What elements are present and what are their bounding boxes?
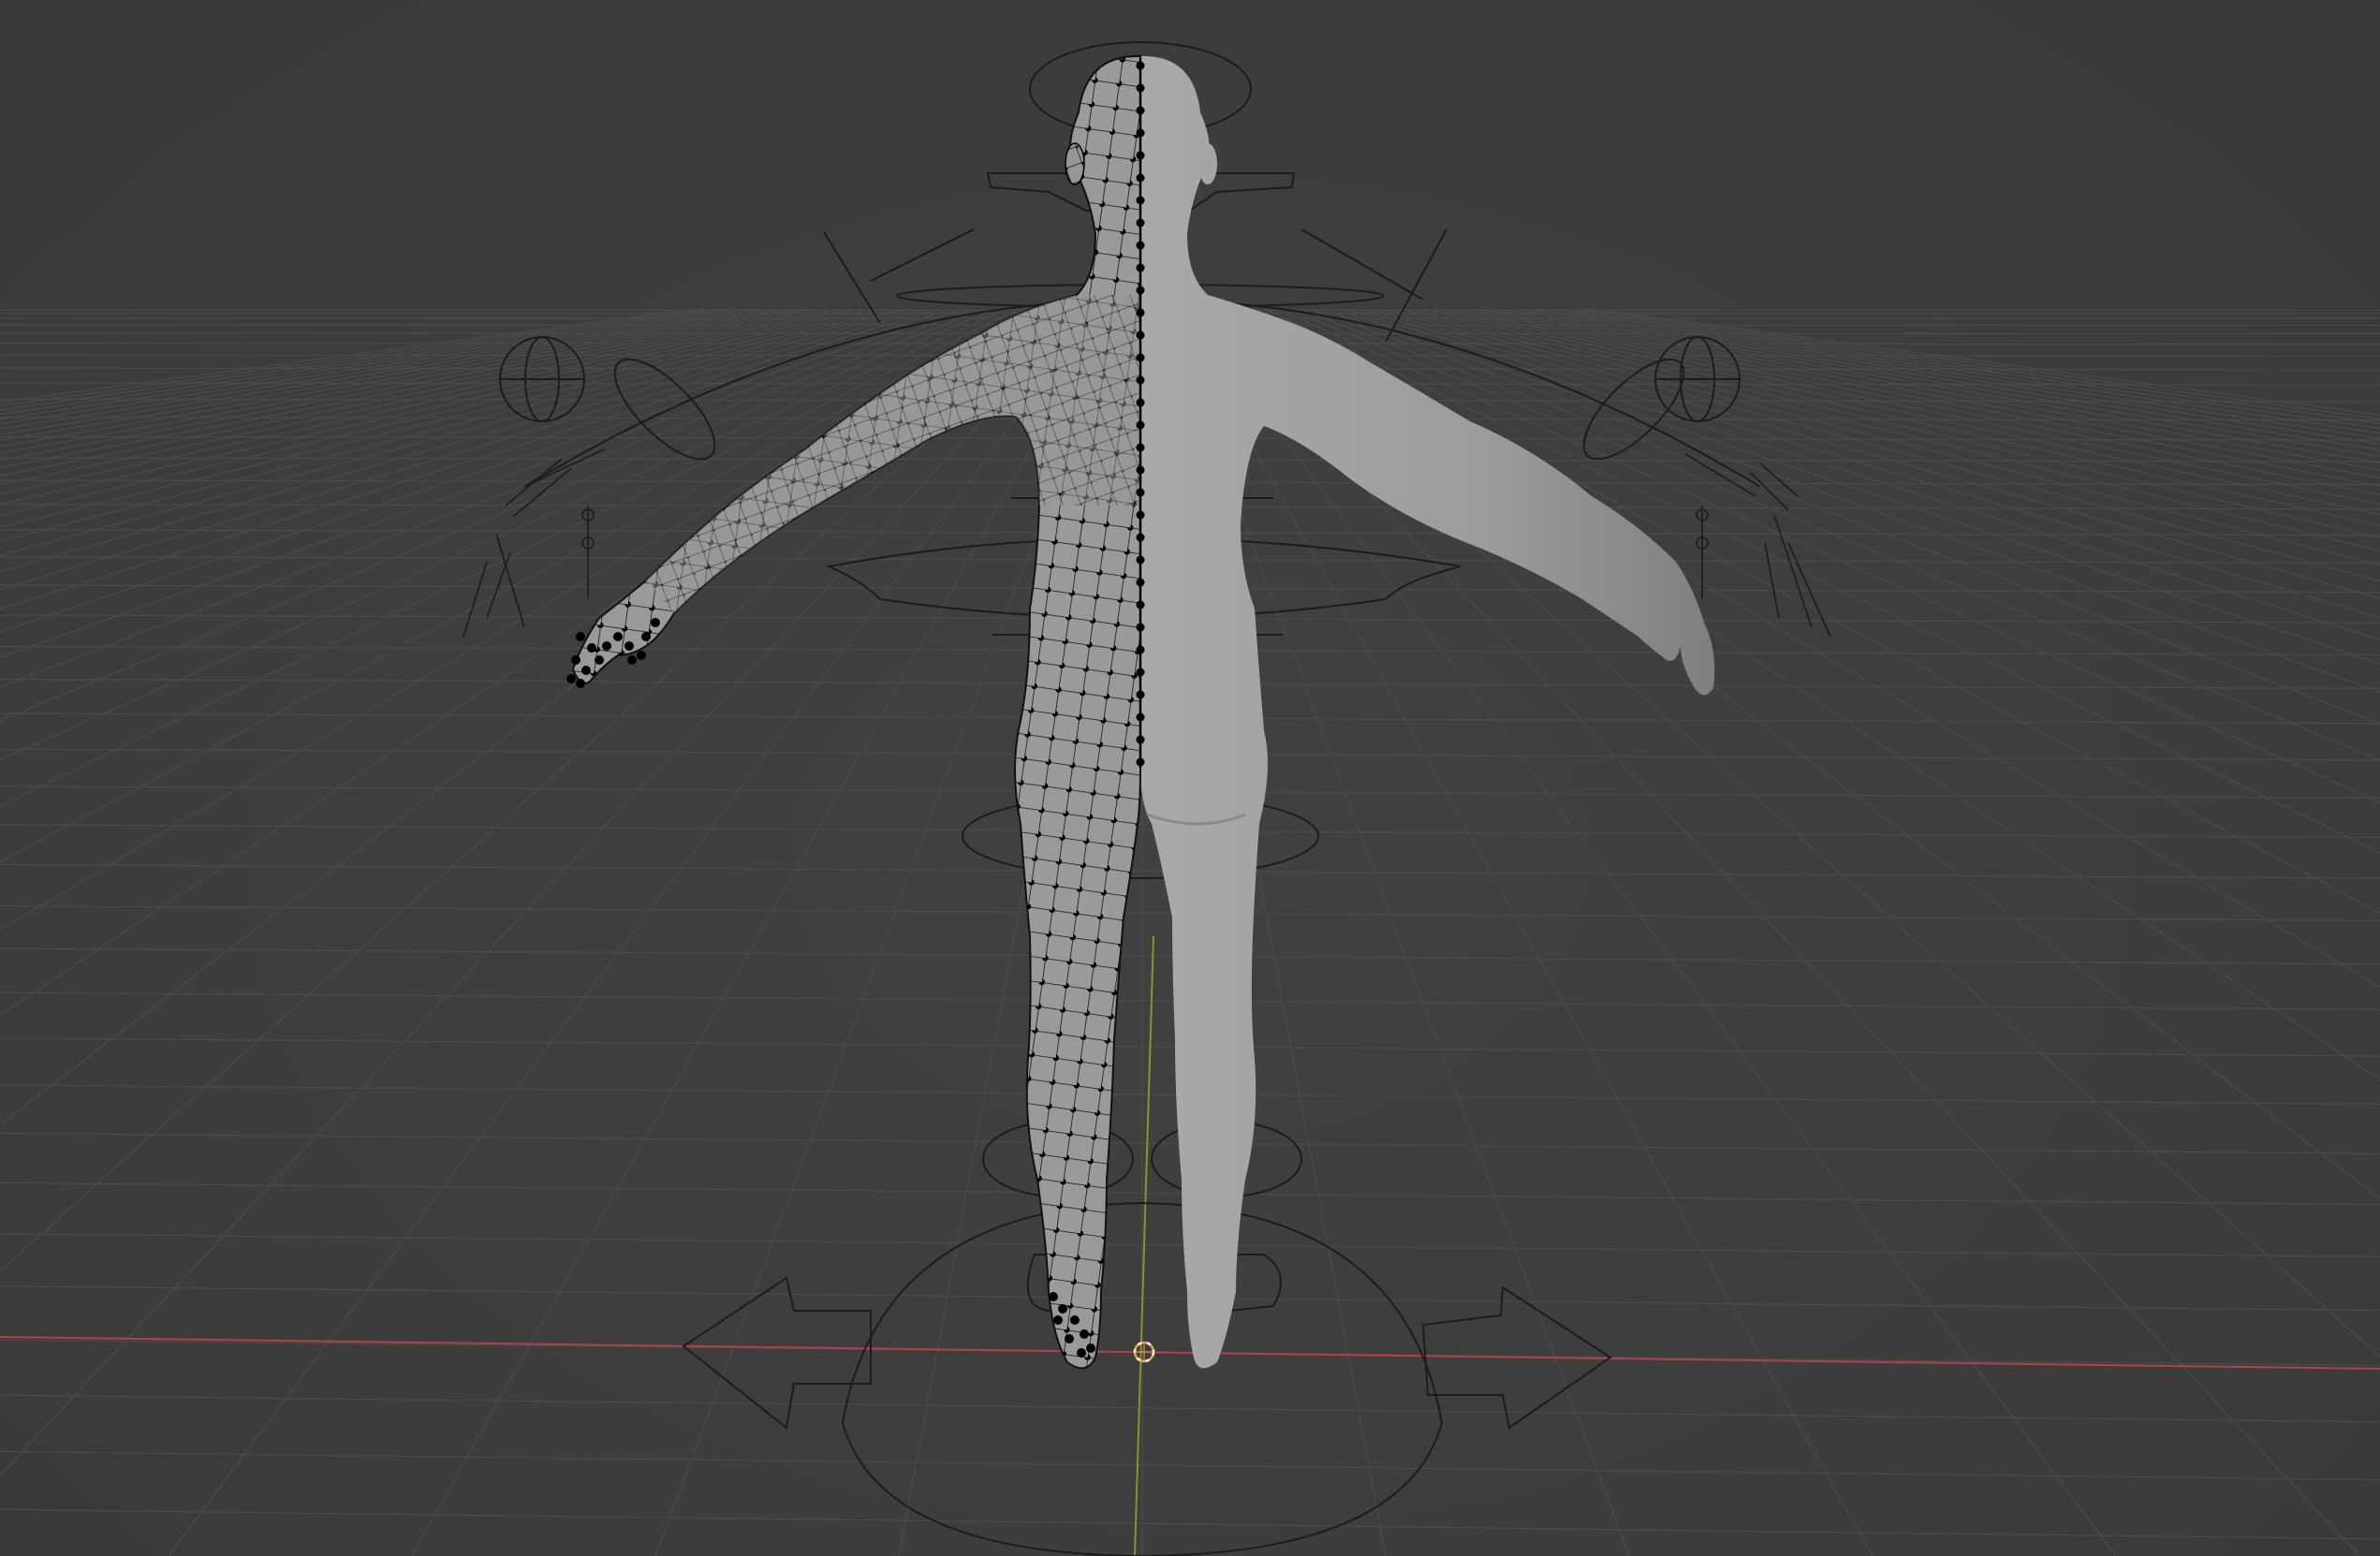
- grid-line: [0, 308, 784, 441]
- vertex[interactable]: [1136, 106, 1145, 115]
- grid-line: [0, 308, 1031, 863]
- grid-line: [1568, 308, 2380, 425]
- grid-line: [0, 308, 705, 407]
- pelvis-control: [962, 793, 1319, 879]
- vertex[interactable]: [1136, 757, 1145, 767]
- grid-line: [0, 308, 761, 430]
- y-axis-line: [1134, 935, 1154, 1556]
- vertex[interactable]: [1136, 263, 1145, 272]
- vertex[interactable]: [1136, 241, 1145, 250]
- grid-line: [0, 1508, 2380, 1540]
- vertex[interactable]: [1136, 600, 1145, 609]
- vertex[interactable]: [1136, 488, 1145, 497]
- vertex[interactable]: [1136, 286, 1145, 295]
- vertex[interactable]: [1136, 735, 1145, 744]
- 3d-viewport[interactable]: [0, 0, 2380, 1556]
- vertex[interactable]: [1136, 712, 1145, 722]
- vertex[interactable]: [1136, 555, 1145, 565]
- body-mesh-wireframe-half[interactable]: [566, 54, 1145, 1370]
- grid-line: [1546, 308, 2380, 434]
- grid-line: [1591, 308, 2380, 416]
- vertex[interactable]: [1136, 465, 1145, 475]
- grid-line: [0, 308, 772, 435]
- vertex[interactable]: [1136, 690, 1145, 699]
- grid-line: [1197, 308, 2360, 1556]
- vertex[interactable]: [1136, 218, 1145, 228]
- vertex[interactable]: [1136, 420, 1145, 430]
- vertex[interactable]: [1136, 196, 1145, 205]
- vertex[interactable]: [1136, 510, 1145, 520]
- grid-line: [0, 308, 806, 454]
- grid-line: [0, 308, 739, 420]
- grid-line: [0, 308, 795, 448]
- grid-line: [0, 308, 1042, 932]
- vertex[interactable]: [1136, 443, 1145, 452]
- vertex[interactable]: [1136, 308, 1145, 317]
- vertex[interactable]: [1136, 645, 1145, 654]
- grid-line: [0, 1450, 2380, 1481]
- grid-line: [0, 308, 1053, 1017]
- vertex[interactable]: [1136, 375, 1145, 385]
- vertex[interactable]: [1136, 353, 1145, 362]
- grid-line: [0, 308, 986, 688]
- grid-line: [1557, 308, 2380, 430]
- grid-line: [0, 308, 1065, 1126]
- vertex[interactable]: [1136, 668, 1145, 677]
- grid-line: [168, 308, 1098, 1556]
- grid-line: [0, 308, 727, 416]
- vertex[interactable]: [1136, 173, 1145, 183]
- vertex[interactable]: [1136, 578, 1145, 587]
- vertex[interactable]: [1136, 61, 1145, 70]
- vertex[interactable]: [1136, 330, 1145, 340]
- grid-line: [1579, 308, 2380, 420]
- 3d-cursor-icon[interactable]: [1133, 1341, 1155, 1363]
- vertex[interactable]: [1136, 398, 1145, 407]
- vertex[interactable]: [1136, 533, 1145, 542]
- grid-line: [0, 308, 817, 462]
- grid-line: [1523, 308, 2380, 445]
- viewport-canvas[interactable]: [0, 0, 2380, 1556]
- body-mesh-solid-half[interactable]: [1140, 55, 1715, 1369]
- vertex[interactable]: [1136, 623, 1145, 632]
- grid-line: [0, 1394, 2380, 1423]
- grid-line: [1535, 308, 2380, 440]
- grid-line: [1478, 308, 2380, 471]
- x-axis-line: [0, 1336, 2380, 1370]
- grid-line: [1186, 308, 2117, 1556]
- vertex[interactable]: [1136, 151, 1145, 160]
- vertex[interactable]: [1136, 83, 1145, 93]
- vertex[interactable]: [1136, 128, 1145, 138]
